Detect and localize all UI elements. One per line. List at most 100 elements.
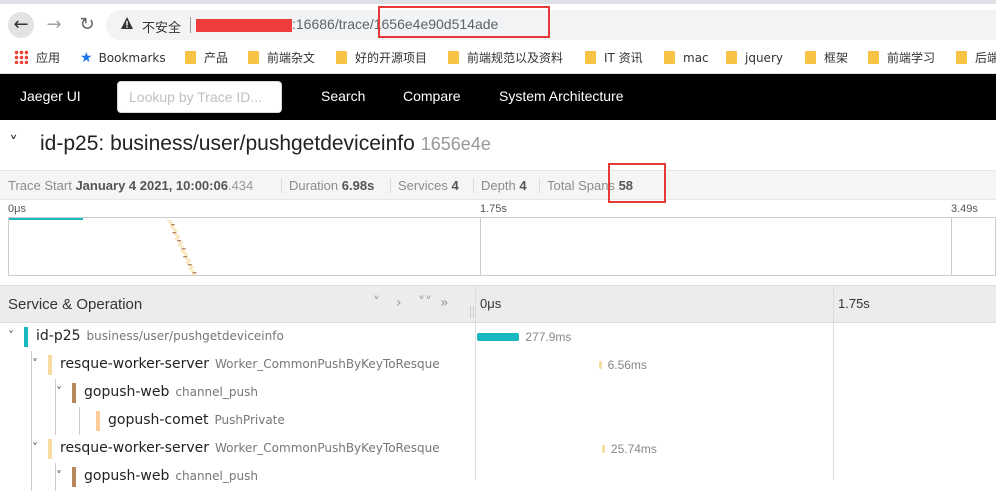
trace-start-value: January 4 2021, 10:00:06 bbox=[75, 178, 228, 193]
minimap-span bbox=[178, 242, 183, 244]
trace-short-id: 1656e4e bbox=[420, 134, 491, 154]
timeline-tick-1: 1.75s bbox=[838, 296, 870, 311]
bookmark-label: 产品 bbox=[204, 51, 229, 65]
span-bar[interactable] bbox=[598, 361, 602, 369]
expand-chevron-icon[interactable]: ˅ bbox=[56, 385, 62, 399]
divider bbox=[281, 178, 282, 193]
depth-value: 4 bbox=[519, 178, 527, 193]
bookmark-9[interactable]: 框架 bbox=[805, 49, 848, 67]
expand-chevron-icon[interactable]: ˅ bbox=[32, 357, 38, 371]
divider bbox=[390, 178, 391, 193]
bookmark-7[interactable]: mac bbox=[664, 49, 709, 67]
trace-title-row: ˅ id-p25: business/user/pushgetdeviceinf… bbox=[0, 120, 996, 170]
folder-icon bbox=[805, 51, 816, 64]
minimap-gridline bbox=[480, 217, 481, 276]
bookmark-0[interactable]: 应用 bbox=[14, 49, 60, 67]
bookmark-4[interactable]: 好的开源项目 bbox=[336, 49, 427, 67]
column-resize-handle[interactable] bbox=[470, 306, 474, 318]
span-name[interactable]: resque-worker-server Worker_CommonPushByK… bbox=[60, 440, 440, 456]
minimap-canvas[interactable] bbox=[8, 217, 996, 276]
span-name[interactable]: id-p25 business/user/pushgetdeviceinfo bbox=[36, 328, 284, 344]
expand-chevron-icon[interactable]: ˅ bbox=[8, 329, 14, 343]
folder-icon bbox=[956, 51, 967, 64]
bookmark-label: 后端 bbox=[975, 51, 996, 65]
expand-chevron-icon[interactable]: ˅ bbox=[32, 441, 38, 455]
bookmark-10[interactable]: 前端学习 bbox=[868, 49, 935, 67]
bookmarks-bar: 应用 ★ Bookmarks 产品 前端杂文 好的开源项目 前端规范以及资料 IT 资讯 mac… bbox=[0, 42, 996, 74]
span-row[interactable]: ˅ gopush-web channel_push bbox=[0, 379, 996, 407]
span-row[interactable]: gopush-comet PushPrivate bbox=[0, 407, 996, 435]
span-duration: 277.9ms bbox=[525, 330, 572, 344]
expand-chevron-icon[interactable]: ˅ bbox=[56, 469, 62, 483]
tree-guide-line bbox=[31, 463, 32, 491]
bookmark-11[interactable]: 后端 bbox=[956, 49, 996, 67]
minimap-span bbox=[185, 258, 190, 260]
bookmark-3[interactable]: 前端杂文 bbox=[248, 49, 315, 67]
minimap-span bbox=[179, 246, 184, 248]
expand-one-icon[interactable]: › bbox=[396, 295, 402, 311]
minimap-span bbox=[187, 260, 191, 262]
minimap-span bbox=[181, 248, 186, 250]
span-row[interactable]: ˅ resque-worker-server Worker_CommonPushBy… bbox=[0, 435, 996, 463]
nav-system-architecture[interactable]: System Architecture bbox=[499, 88, 624, 104]
nav-compare[interactable]: Compare bbox=[403, 88, 461, 104]
expand-all-icon[interactable]: » bbox=[440, 295, 449, 311]
span-service: gopush-comet bbox=[108, 412, 209, 428]
minimap-span bbox=[177, 240, 181, 242]
span-service: resque-worker-server bbox=[60, 440, 210, 456]
span-name[interactable]: gopush-web channel_push bbox=[84, 468, 258, 484]
minimap-span bbox=[187, 264, 192, 266]
nav-search[interactable]: Search bbox=[321, 88, 365, 104]
service-color-bar bbox=[72, 467, 76, 487]
service-color-bar bbox=[24, 327, 28, 347]
span-name[interactable]: gopush-comet PushPrivate bbox=[108, 412, 285, 428]
span-duration: 25.74ms bbox=[610, 442, 657, 456]
reload-icon[interactable]: ↻ bbox=[74, 12, 100, 38]
bookmark-2[interactable]: 产品 bbox=[185, 49, 228, 67]
span-name[interactable]: gopush-web channel_push bbox=[84, 384, 258, 400]
address-bar[interactable]: 不安全 :16686/trace/1656e4e90d514ade bbox=[106, 10, 996, 40]
timeline-header: Service & Operation ˅ › ˅˅ » 0μs 1.75s bbox=[0, 285, 996, 323]
back-arrow-icon[interactable]: ← bbox=[8, 12, 34, 38]
trace-title: id-p25: business/user/pushgetdeviceinfo 1… bbox=[40, 132, 491, 155]
minimap-span bbox=[171, 228, 176, 230]
service-color-bar bbox=[48, 355, 52, 375]
service-color-bar bbox=[48, 439, 52, 459]
minimap-span bbox=[189, 266, 194, 268]
browser-toolbar: ← → ↻ 不安全 :16686/trace/1656e4e90d514ade bbox=[0, 0, 996, 42]
minimap-span bbox=[184, 254, 189, 256]
span-row[interactable]: ˅ id-p25 business/user/pushgetdeviceinfo 27… bbox=[0, 323, 996, 351]
trace-id-lookup-input[interactable] bbox=[117, 81, 282, 113]
brand-link[interactable]: Jaeger UI bbox=[20, 88, 81, 104]
bookmark-label: IT 资讯 bbox=[604, 51, 643, 65]
span-service: gopush-web bbox=[84, 384, 170, 400]
bookmark-6[interactable]: IT 资讯 bbox=[585, 49, 643, 67]
span-operation: business/user/pushgetdeviceinfo bbox=[86, 329, 284, 343]
warning-icon[interactable] bbox=[120, 16, 134, 30]
depth-label: Depth bbox=[481, 178, 516, 193]
bookmark-5[interactable]: 前端规范以及资料 bbox=[448, 49, 563, 67]
divider bbox=[473, 178, 474, 193]
span-bar[interactable] bbox=[477, 333, 520, 341]
forward-arrow-icon[interactable]: → bbox=[41, 12, 67, 38]
span-bar[interactable] bbox=[601, 445, 605, 453]
span-row[interactable]: ˅ resque-worker-server Worker_CommonPushBy… bbox=[0, 351, 996, 379]
apps-icon bbox=[14, 50, 28, 64]
minimap-span bbox=[175, 238, 180, 240]
bookmark-8[interactable]: jquery bbox=[726, 49, 783, 67]
collapse-all-icon[interactable]: ˅˅ bbox=[418, 295, 432, 311]
collapse-chevron-icon[interactable]: ˅ bbox=[9, 133, 18, 154]
span-name[interactable]: resque-worker-server Worker_CommonPushByK… bbox=[60, 356, 440, 372]
summary-depth: Depth 4 bbox=[481, 178, 527, 193]
services-label: Services bbox=[398, 178, 448, 193]
divider bbox=[190, 17, 191, 33]
minimap-span bbox=[192, 272, 197, 274]
folder-icon bbox=[248, 51, 259, 64]
span-service: id-p25 bbox=[36, 328, 81, 344]
span-row[interactable]: ˅ gopush-web channel_push bbox=[0, 463, 996, 491]
minimap-span bbox=[190, 270, 195, 272]
collapse-one-icon[interactable]: ˅ bbox=[373, 295, 380, 311]
minimap-span bbox=[167, 220, 171, 222]
trace-start-label: Trace Start bbox=[8, 178, 72, 193]
bookmark-1[interactable]: ★ Bookmarks bbox=[80, 49, 166, 67]
